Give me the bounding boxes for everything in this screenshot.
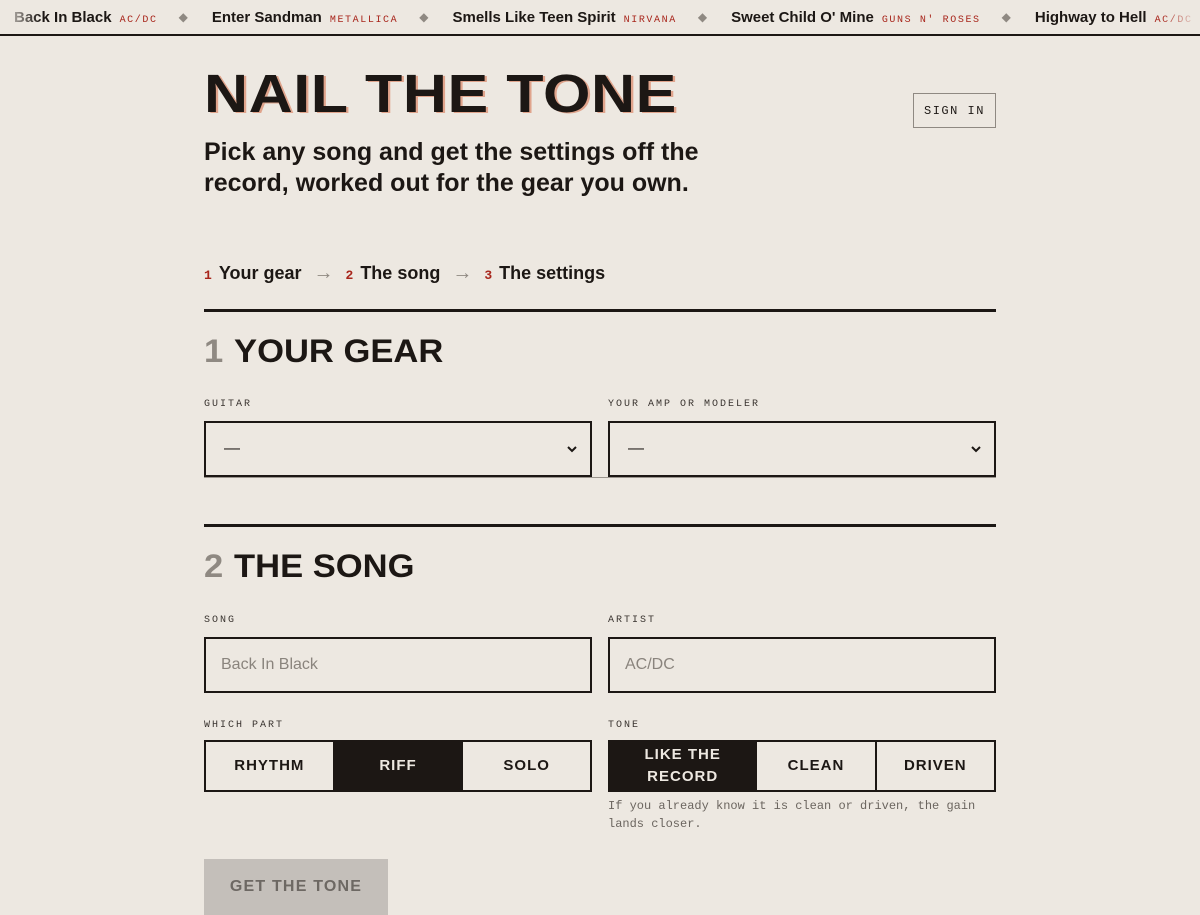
ticker-song: Smells Like Teen Spirit [452, 8, 616, 26]
ticker-item[interactable]: Highway to Hell AC/DC [1035, 9, 1193, 26]
diamond-separator-icon: ◆ [178, 10, 188, 24]
ticker-artist: AC/DC [1154, 14, 1193, 26]
artist-input[interactable] [608, 637, 996, 693]
page-title: NAIL THE TONE [204, 64, 677, 124]
song-input[interactable] [204, 637, 592, 693]
step-label-settings: The settings [499, 263, 606, 283]
song-ticker: Back In Black AC/DC ◆ Enter Sandman META… [0, 0, 1200, 36]
guitar-label: GUITAR [204, 399, 253, 410]
ticker-item[interactable]: Enter Sandman METALLICA [212, 9, 398, 26]
amp-select-value: — [628, 440, 644, 457]
diamond-separator-icon: ◆ [419, 10, 429, 24]
tone-label: TONE [608, 720, 641, 731]
tone-hint: If you already know it is clean or drive… [608, 799, 976, 831]
step-label-gear: Your gear [218, 263, 302, 283]
section-heading-gear: 1 YOUR GEAR [204, 333, 443, 369]
section-title: THE SONG [234, 548, 415, 584]
page-subtitle: Pick any song and get the settings off t… [204, 138, 699, 197]
part-option-riff[interactable]: RIFF [332, 742, 462, 790]
ticker-item[interactable]: Smells Like Teen Spirit NIRVANA [453, 9, 677, 26]
sign-in-button[interactable]: SIGN IN [913, 93, 996, 128]
arrow-right-icon: → [313, 262, 334, 284]
ticker-item[interactable]: Sweet Child O' Mine GUNS N' ROSES [731, 9, 981, 26]
part-selector: RHYTHM RIFF SOLO [204, 740, 592, 792]
tone-option-clean[interactable]: CLEAN [755, 742, 874, 790]
ticker-artist: METALLICA [329, 14, 399, 26]
section-divider [204, 309, 996, 312]
tone-selector: LIKE THE RECORD CLEAN DRIVEN [608, 740, 996, 792]
section-heading-song: 2 THE SONG [204, 548, 415, 584]
diamond-separator-icon: ◆ [697, 10, 708, 24]
step-label-song: The song [360, 263, 441, 283]
artist-label: ARTIST [608, 615, 657, 626]
part-option-rhythm[interactable]: RHYTHM [206, 742, 333, 790]
arrow-right-icon: → [452, 262, 473, 284]
section-title: YOUR GEAR [234, 333, 444, 369]
get-the-tone-button[interactable]: GET THE TONE [204, 859, 388, 915]
ticker-artist: GUNS N' ROSES [881, 14, 981, 26]
section-divider [204, 524, 996, 527]
gear-field-underline [204, 477, 996, 478]
step-number: 1 [204, 268, 212, 283]
ticker-song: Sweet Child O' Mine [731, 8, 874, 26]
ticker-song: Highway to Hell [1034, 8, 1147, 26]
step-number: 3 [484, 268, 493, 283]
ticker-item[interactable]: Back In Black AC/DC [14, 9, 158, 26]
amp-label: YOUR AMP OR MODELER [608, 399, 761, 410]
ticker-song: Back In Black [14, 8, 112, 26]
tone-option-like-the-record[interactable]: LIKE THE RECORD [610, 742, 756, 790]
step-number: 2 [345, 268, 354, 283]
ticker-artist: AC/DC [119, 14, 158, 26]
part-label: WHICH PART [204, 720, 285, 731]
amp-select[interactable]: — [608, 421, 996, 477]
chevron-down-icon [567, 446, 577, 453]
song-label: SONG [204, 615, 237, 626]
ticker-artist: NIRVANA [623, 14, 677, 26]
ticker-track: Back In Black AC/DC ◆ Enter Sandman META… [14, 0, 1193, 34]
step-progress: 1 Your gear → 2 The song → 3 The setting… [204, 262, 605, 285]
ticker-song: Enter Sandman [211, 8, 322, 26]
chevron-down-icon [971, 446, 981, 453]
section-number: 1 [204, 333, 224, 369]
guitar-select[interactable]: — [204, 421, 592, 477]
tone-option-driven[interactable]: DRIVEN [874, 742, 994, 790]
section-number: 2 [204, 548, 224, 584]
guitar-select-value: — [224, 440, 240, 457]
part-option-solo[interactable]: SOLO [461, 742, 590, 790]
diamond-separator-icon: ◆ [1001, 10, 1011, 24]
